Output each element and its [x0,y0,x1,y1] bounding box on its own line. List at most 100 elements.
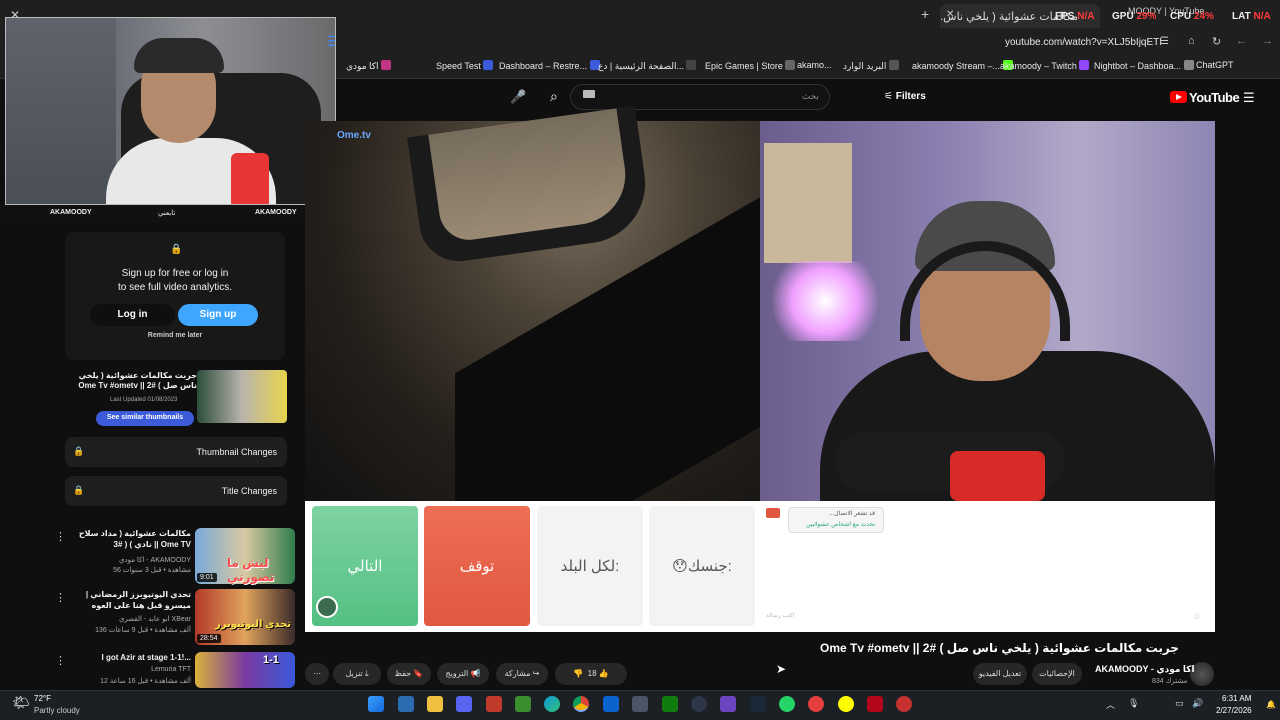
edit-video-button-label: تعديل الفيديو [978,669,1022,678]
signup-button[interactable]: Sign up [178,304,258,326]
cpu-label: CPU [1170,11,1192,22]
bookmark-label: ChatGPT [1196,60,1234,70]
lock-icon: 🔒 [170,244,183,255]
weather-temp[interactable]: 72°F [34,694,51,703]
webcam-cap [134,38,224,73]
snapchat-icon[interactable] [838,696,854,712]
bookmark-nightbot[interactable]: Nightbot – Dashboa... [1094,60,1198,71]
weather-desc[interactable]: Partly cloudy [34,706,80,715]
whatsapp-icon[interactable] [779,696,795,712]
share-button[interactable]: مشاركة ↪ [496,663,548,685]
title-changes-row[interactable]: 🔒 Title Changes [65,476,287,506]
outlook-icon[interactable] [603,696,619,712]
related-video[interactable]: ⋮ I got Azir at stage 1-1!... Lemuria TF… [55,652,300,688]
keyboard-icon[interactable] [583,90,595,98]
home-icon[interactable]: ⌂ [1188,35,1195,47]
bookmark-chatgpt[interactable]: ChatGPT [1196,60,1234,70]
bookmark-epic[interactable]: Epic Games | Store [705,60,799,71]
promote-button[interactable]: الترويج 📢 [437,663,489,685]
analytics-button[interactable]: الإحصائيات [1032,663,1082,685]
related-title: تحدي اليوتيوبرز الرمضاني | ميسرو قبل هنا… [85,590,191,610]
edge-icon[interactable] [544,696,560,712]
emoji-icon[interactable]: ☺ [1192,611,1201,621]
tune-icon[interactable]: ☰ [1160,36,1169,47]
discord-icon[interactable] [456,696,472,712]
country-selector[interactable]: لكل البلد: [537,506,643,626]
tab-close-icon[interactable]: ✕ [946,9,954,20]
tray-chevron-icon[interactable]: ︿ [1106,698,1115,711]
save-button[interactable]: حفظ 🔖 [387,663,431,685]
bookmark-twitch[interactable]: akamoody – Twitch [1000,60,1093,71]
menu-icon[interactable]: ☰ [1243,90,1255,106]
url-text[interactable]: youtube.com/watch?v=XLJ5bIjqETI [1005,37,1162,48]
file-explorer-icon[interactable] [427,696,443,712]
share-icon: ↪ [532,669,540,678]
remind-later-link[interactable]: Remind me later [65,332,285,339]
webcam-wall [6,18,116,204]
analytics-signup-card: 🔒 Sign up for free or log in to see full… [65,232,285,360]
clock-date[interactable]: 2/27/2026 [1216,706,1252,715]
volume-icon[interactable]: 🔊 [1192,698,1203,709]
adobe-icon[interactable] [867,696,883,712]
mic-icon[interactable]: 🎤 [510,89,526,105]
light-panel [765,261,885,341]
download-button[interactable]: تنزيل ⤓ [333,663,381,685]
reload-icon[interactable]: ↻ [1212,35,1221,48]
app-red-icon[interactable] [486,696,502,712]
app-circle-red-icon[interactable] [808,696,824,712]
clock-time[interactable]: 6:31 AM [1222,694,1251,703]
bookmark-speedtest[interactable]: Speed Test [436,60,497,71]
webcam-footer: AKAMOODY تابعني AKAMOODY [0,205,336,222]
minecraft-icon[interactable] [515,696,531,712]
network-icon[interactable]: ▭ [1175,698,1184,709]
back-icon[interactable]: ← [1236,35,1247,47]
start-icon[interactable] [368,696,384,712]
tray-mic-icon[interactable]: 🎙 [1128,698,1139,709]
like-icon[interactable]: 👍 [599,669,609,678]
video-title-text: جربت مكالمات عشوائية ( يلخي ناس صل ) #2 … [820,641,1179,655]
login-button[interactable]: Log in [90,304,175,326]
related-channel: ابو عابد - القصري XBear [118,616,191,623]
forward-icon[interactable]: → [1262,35,1273,47]
more-actions-button[interactable]: ⋯ [305,663,329,685]
steam-icon[interactable] [750,696,766,712]
next-button[interactable]: التالي [312,506,418,626]
search-icon[interactable]: ⌕ [550,88,558,105]
save-label: حفظ [394,669,412,678]
related-video[interactable]: ⋮ مكالمات عشوائية ( مداد سلاح نادي ) ( #… [55,528,300,584]
grid-app-icon[interactable] [720,696,736,712]
bookmark-inbox[interactable]: البريد الوارد [843,60,903,72]
instagram-social-tag: AKAMOODY [255,209,297,216]
bookmark-akamoody[interactable]: اكا مودي [346,60,395,72]
store-icon[interactable] [632,696,648,712]
signup-title-line1: Sign up for free or log in [121,268,229,279]
xbox-app-icon[interactable] [662,696,678,712]
chrome-icon[interactable] [573,696,589,712]
related-meta: 136 ألف مشاهدة • قبل 9 ساعات [95,627,191,634]
settings-gear-icon[interactable] [691,696,707,712]
obs-record-icon[interactable] [896,696,912,712]
notification-icon[interactable]: 🔔 [1266,700,1276,709]
report-flag-icon[interactable] [766,508,780,518]
search-input[interactable]: بحث [570,84,830,110]
thumbnail-changes-row[interactable]: 🔒 Thumbnail Changes [65,437,287,467]
similar-thumbnails-button[interactable]: See similar thumbnails [96,411,194,426]
bookmark-akamo[interactable]: akamo... [797,60,832,70]
filters-button[interactable]: ⚟ Filters [884,91,926,102]
hamburger-icon[interactable]: ☰ [327,33,335,50]
related-video[interactable]: ⋮ تحدي اليوتيوبرز الرمضاني | ميسرو قبل ه… [55,589,300,645]
thumbnail-changes-label: Thumbnail Changes [196,447,277,457]
bookmark-label: اكا مودي [346,61,379,71]
chat-input-placeholder[interactable]: اكتب رسالة [766,612,795,619]
stop-button[interactable]: توقف [424,506,530,626]
bookmark-home[interactable]: الصفحة الرئيسية | دع... [598,60,700,72]
dislike-icon[interactable]: 👎 [573,669,583,678]
bookmark-restream[interactable]: Dashboard – Restre... [499,60,604,71]
weather-icon[interactable]: 🌤 [12,694,30,711]
edit-video-button[interactable]: تعديل الفيديو [973,663,1027,685]
channel-name[interactable]: AKAMOODY - اكا مودي [1095,664,1195,675]
gender-selector[interactable]: 😯 جنسك: [649,506,755,626]
new-tab-button[interactable]: + [921,6,929,22]
youtube-logo[interactable]: YouTube [1170,90,1240,105]
task-view-icon[interactable] [398,696,414,712]
